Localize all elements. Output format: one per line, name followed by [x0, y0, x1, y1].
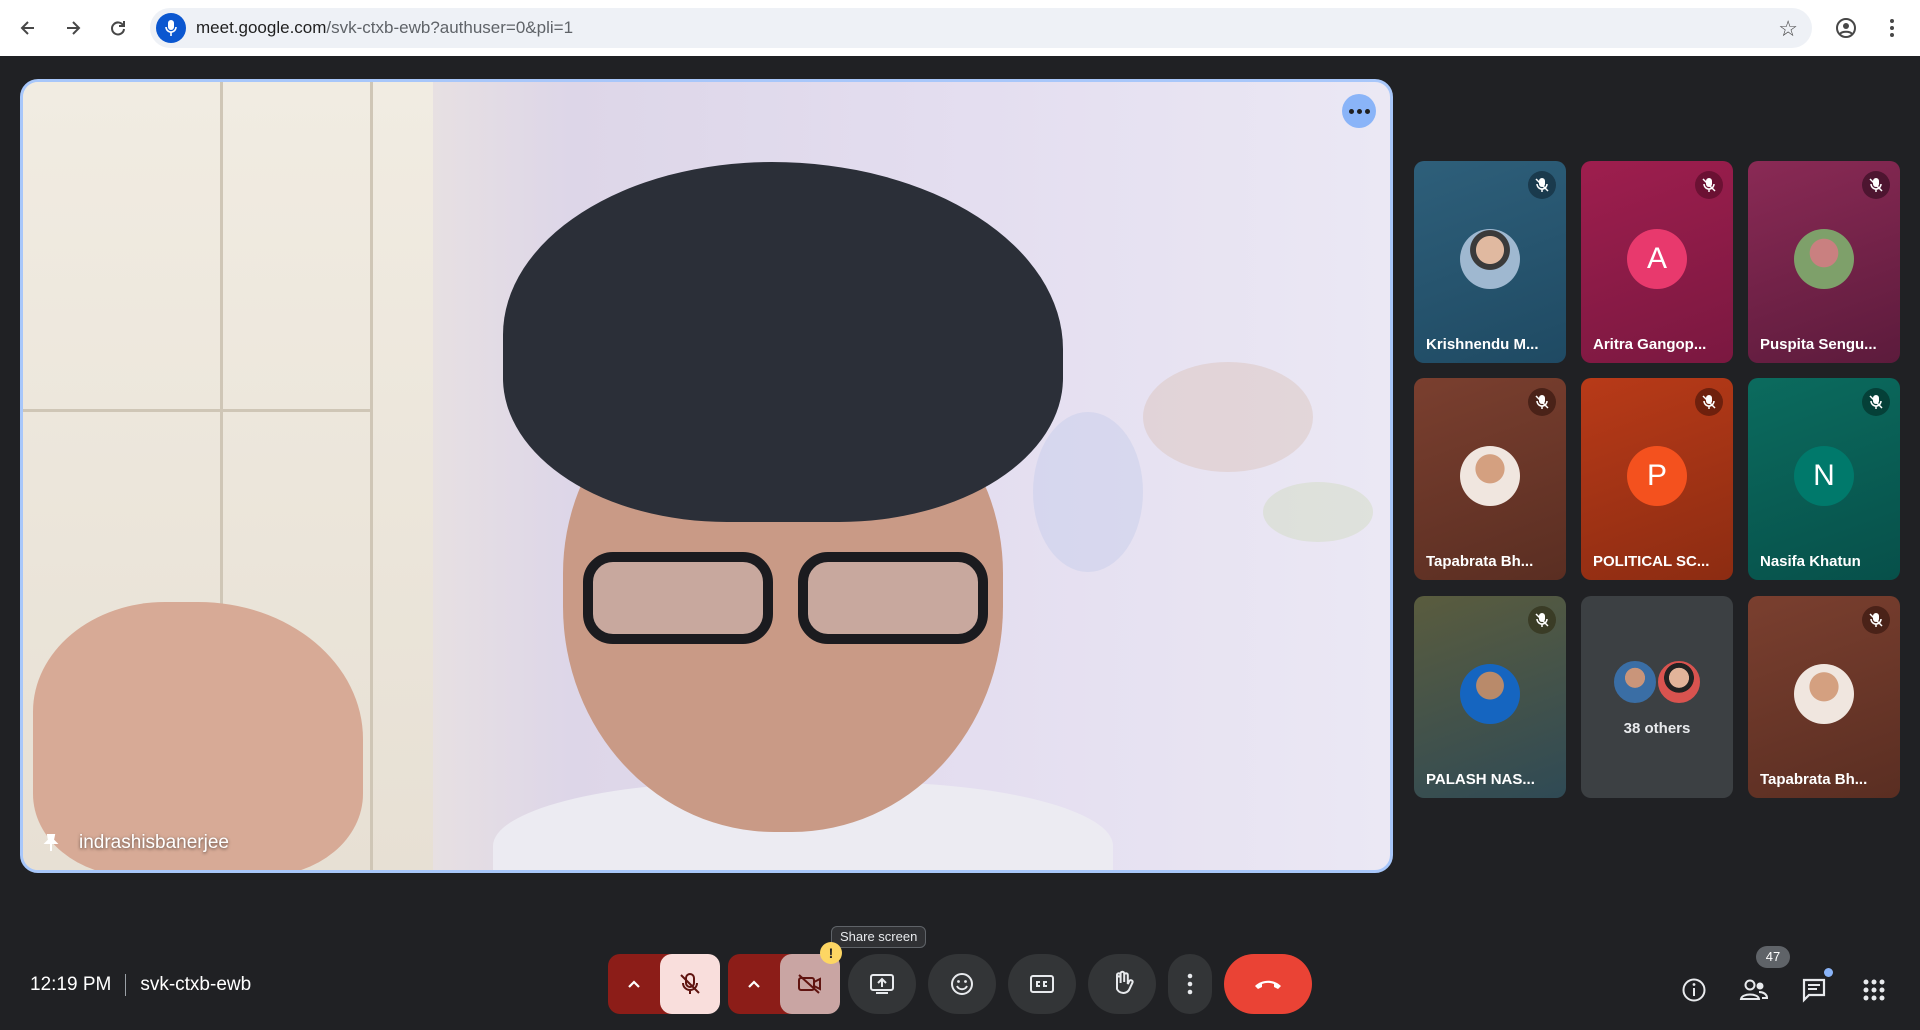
participant-tile[interactable]: PALASH NAS...: [1414, 596, 1566, 798]
avatar: P: [1627, 446, 1687, 506]
participant-tile[interactable]: A Aritra Gangop...: [1581, 161, 1733, 363]
end-call-icon: [1255, 980, 1281, 989]
audio-settings-chevron-icon[interactable]: [608, 954, 660, 1014]
profile-icon[interactable]: [1828, 10, 1864, 46]
control-bar: 12:19 PM svk-ctxb-ewb Share screen ! 47: [0, 926, 1920, 1030]
url-text[interactable]: meet.google.com/svk-ctxb-ewb?authuser=0&…: [196, 18, 573, 38]
mic-control-group: [608, 954, 720, 1014]
browser-toolbar: meet.google.com/svk-ctxb-ewb?authuser=0&…: [0, 0, 1920, 56]
mic-in-use-icon[interactable]: [156, 13, 186, 43]
avatar: A: [1627, 229, 1687, 289]
mic-off-icon: [1695, 171, 1723, 199]
mic-off-icon: [680, 973, 700, 994]
browser-menu-icon[interactable]: [1874, 10, 1910, 46]
video-settings-chevron-icon[interactable]: [728, 954, 780, 1014]
camera-off-icon: [798, 974, 821, 994]
forward-arrow-icon[interactable]: [55, 10, 91, 46]
avatar: [1612, 659, 1658, 705]
reactions-button[interactable]: [928, 954, 996, 1014]
present-screen-button[interactable]: [848, 954, 916, 1014]
captions-icon: [1030, 975, 1054, 993]
unread-dot: [1824, 968, 1833, 977]
participant-tile[interactable]: Tapabrata Bh...: [1748, 596, 1900, 798]
main-participant-name: indrashisbanerjee: [79, 832, 229, 853]
emoji-icon: [951, 973, 973, 995]
share-screen-tooltip: Share screen: [831, 926, 927, 948]
participant-name: Tapabrata Bh...: [1426, 553, 1534, 570]
participant-tile[interactable]: Puspita Sengu...: [1748, 161, 1900, 363]
participant-tile[interactable]: P POLITICAL SC...: [1581, 378, 1733, 580]
participant-tile[interactable]: Krishnendu M...: [1414, 161, 1566, 363]
more-options-icon[interactable]: [1342, 94, 1376, 128]
avatar: [1656, 659, 1702, 705]
people-count-badge: 47: [1756, 946, 1790, 968]
participant-name: Aritra Gangop...: [1593, 336, 1707, 353]
avatar: [1460, 446, 1520, 506]
raise-hand-button[interactable]: [1088, 954, 1156, 1014]
activities-grid-icon[interactable]: [1856, 972, 1892, 1008]
current-time: 12:19 PM: [30, 974, 112, 995]
chat-icon[interactable]: [1796, 968, 1833, 1008]
more-options-button[interactable]: [1168, 954, 1212, 1014]
mic-off-icon: [1528, 388, 1556, 416]
url-host: meet.google.com: [196, 18, 327, 37]
mic-off-icon: [1862, 171, 1890, 199]
avatar: [1794, 664, 1854, 724]
present-screen-icon: [870, 974, 894, 994]
reload-icon[interactable]: [100, 10, 136, 46]
people-icon[interactable]: [1736, 972, 1772, 1008]
others-count: 38 others: [1623, 720, 1691, 737]
avatar: [1460, 229, 1520, 289]
back-arrow-icon[interactable]: [10, 10, 46, 46]
participant-tile[interactable]: Tapabrata Bh...: [1414, 378, 1566, 580]
mic-off-icon: [1695, 388, 1723, 416]
glasses: [583, 552, 1023, 652]
hand-icon: [1116, 970, 1134, 994]
participant-tile[interactable]: N Nasifa Khatun: [1748, 378, 1900, 580]
avatar: N: [1794, 446, 1854, 506]
camera-control-group: !: [728, 942, 842, 1014]
warning-badge: !: [820, 942, 842, 964]
avatar: [1794, 229, 1854, 289]
leave-call-button[interactable]: [1224, 954, 1312, 1014]
speaker-video: [493, 142, 1113, 870]
mic-off-icon: [1862, 388, 1890, 416]
mic-off-icon: [1528, 171, 1556, 199]
mic-toggle-button[interactable]: [660, 954, 720, 1014]
participant-name: Krishnendu M...: [1426, 336, 1539, 353]
participant-name: PALASH NAS...: [1426, 771, 1535, 788]
captions-button[interactable]: [1008, 954, 1076, 1014]
main-video-tile[interactable]: indrashisbanerjee: [20, 79, 1393, 873]
bookmark-star-icon[interactable]: ☆: [1778, 16, 1798, 42]
others-tile[interactable]: 38 others: [1581, 596, 1733, 798]
participant-name: Tapabrata Bh...: [1760, 771, 1868, 788]
more-vert-icon: [1187, 973, 1193, 995]
avatar: [1460, 664, 1520, 724]
participant-name: POLITICAL SC...: [1593, 553, 1710, 570]
meeting-code: svk-ctxb-ewb: [140, 974, 252, 995]
address-bar[interactable]: meet.google.com/svk-ctxb-ewb?authuser=0&…: [150, 8, 1812, 48]
mic-off-icon: [1528, 606, 1556, 634]
pin-icon[interactable]: [41, 833, 61, 853]
participant-name: Nasifa Khatun: [1760, 553, 1861, 570]
meeting-details-icon[interactable]: [1676, 972, 1712, 1008]
url-path: /svk-ctxb-ewb?authuser=0&pli=1: [326, 18, 574, 37]
participant-name: Puspita Sengu...: [1760, 336, 1877, 353]
mic-off-icon: [1862, 606, 1890, 634]
meet-stage: indrashisbanerjee Krishnendu M... A Arit…: [0, 56, 1920, 1014]
